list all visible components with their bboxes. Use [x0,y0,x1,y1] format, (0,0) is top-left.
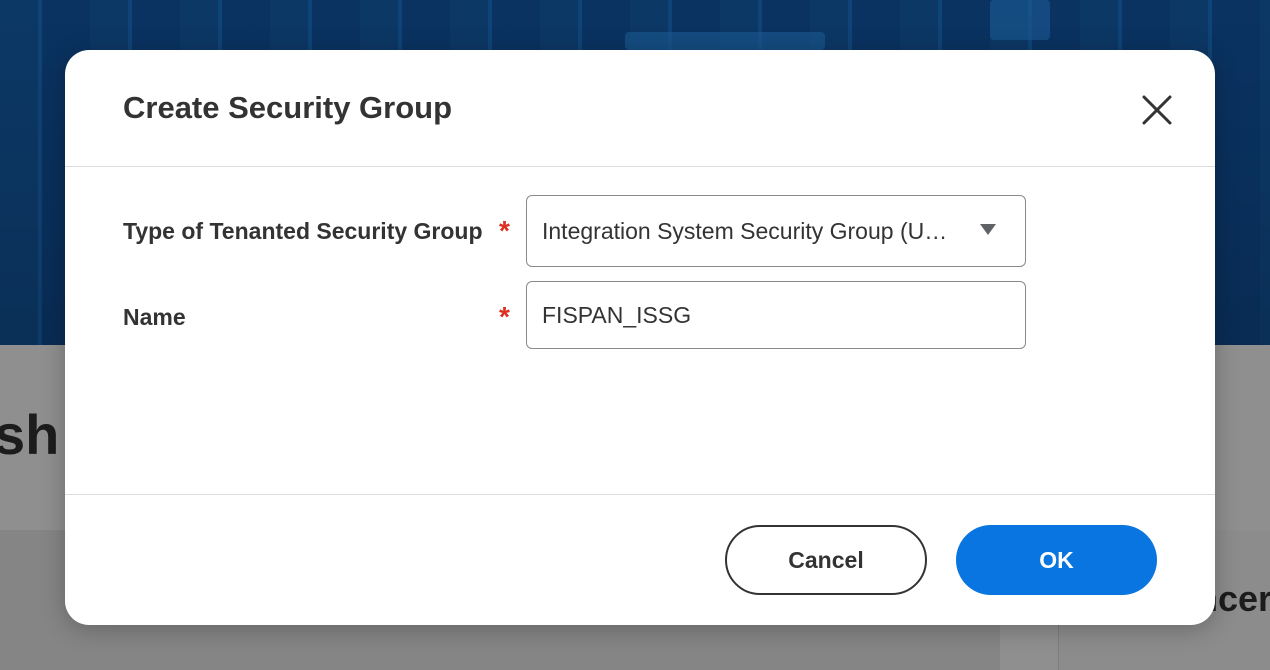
name-input[interactable] [526,281,1026,349]
required-indicator: * [499,301,510,332]
dialog-footer: Cancel OK [65,494,1215,625]
background-decoration [990,0,1050,40]
dialog-title: Create Security Group [123,90,453,125]
name-field-row: Name * [65,281,1215,351]
type-field-row: Type of Tenanted Security Group * Integr… [65,195,1215,267]
security-group-type-select[interactable]: Integration System Security Group (U… [526,195,1026,267]
ok-button[interactable]: OK [956,525,1157,595]
close-button[interactable] [1135,88,1179,132]
required-indicator: * [499,215,510,246]
create-security-group-dialog: Create Security Group Type of Tenanted S… [65,50,1215,625]
select-selected-value: Integration System Security Group (U… [542,218,948,244]
close-icon [1142,95,1172,125]
name-field-label: Name [123,304,186,330]
background-page-title: sh [0,403,60,466]
cancel-button[interactable]: Cancel [725,525,927,595]
caret-down-icon[interactable] [980,224,996,235]
dialog-header: Create Security Group [65,50,1215,167]
background-decoration [625,32,825,50]
type-field-label: Type of Tenanted Security Group [123,218,483,244]
